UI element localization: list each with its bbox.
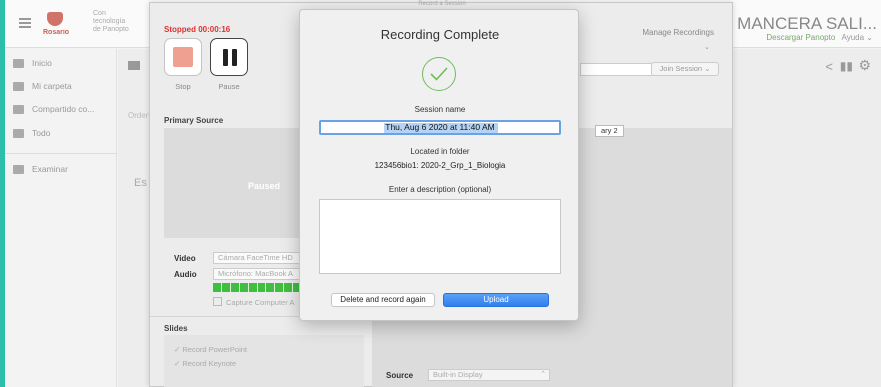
university-logo-text: Rosario — [43, 29, 70, 36]
hamburger-menu-icon[interactable] — [19, 18, 31, 28]
capture-computer-audio-checkbox[interactable]: Capture Computer A — [213, 297, 294, 307]
chevron-down-icon[interactable]: ⌄ — [704, 43, 720, 55]
session-name-label: Session name — [414, 105, 466, 114]
sidebar-item-label: Todo — [32, 128, 51, 138]
stop-label: Stop — [175, 82, 191, 91]
join-session-button[interactable]: Join Session ⌄ — [651, 62, 719, 76]
primary-source-label: Primary Source — [164, 116, 224, 125]
delete-and-record-again-button[interactable]: Delete and record again — [331, 293, 435, 307]
share-icon — [13, 104, 24, 114]
gear-icon[interactable]: ⚙ — [858, 57, 871, 74]
empty-state-text: Es — [134, 177, 147, 189]
record-keynote-label: Record Keynote — [182, 359, 237, 368]
source-label: Source — [386, 371, 414, 380]
university-logo-icon[interactable] — [47, 12, 63, 26]
session-name-input[interactable]: Thu, Aug 6 2020 at 11:40 AM — [319, 120, 561, 135]
help-link[interactable]: Ayuda — [842, 33, 865, 42]
source-select[interactable]: Built-in Display — [428, 369, 550, 381]
home-icon — [13, 58, 24, 68]
sidebar-item-mi-carpeta[interactable]: Mi carpeta — [13, 78, 72, 94]
recording-status: Stopped 00:00:16 — [164, 25, 231, 34]
list-icon — [13, 128, 24, 138]
description-textarea[interactable] — [319, 199, 561, 274]
slides-label: Slides — [164, 324, 188, 333]
sidebar-item-label: Compartido co... — [32, 104, 95, 114]
video-label: Video — [174, 254, 196, 263]
audio-level-meter — [213, 283, 302, 292]
stop-button[interactable] — [164, 38, 202, 76]
sidebar-item-examinar[interactable]: Examinar — [13, 161, 68, 177]
pause-icon — [223, 49, 228, 66]
folder-icon — [128, 61, 140, 70]
folder-name: 123456bio1: 2020-2_Grp_1_Biologia — [374, 161, 506, 170]
video-select[interactable]: Cámara FaceTime HD — [213, 252, 301, 264]
record-powerpoint-label: Record PowerPoint — [182, 345, 247, 354]
folder-outline-icon — [13, 164, 24, 174]
sidebar-item-label: Mi carpeta — [32, 81, 72, 91]
stop-icon — [173, 47, 193, 67]
join-session-input[interactable] — [580, 63, 660, 76]
sidebar-item-compartido[interactable]: Compartido co... — [13, 101, 94, 117]
download-panopto-link[interactable]: Descargar Panopto — [766, 33, 835, 42]
user-links: Descargar Panopto Ayuda ⌄ — [766, 33, 873, 42]
orden-label: Orden — [128, 111, 151, 120]
share-icon[interactable]: < — [825, 59, 833, 74]
description-label: Enter a description (optional) — [388, 185, 492, 194]
pause-button[interactable] — [210, 38, 248, 76]
audio-select[interactable]: Micrófono: MacBook A — [213, 268, 301, 280]
pause-label: Pause — [218, 82, 240, 91]
sidebar-item-inicio[interactable]: Inicio — [13, 55, 52, 71]
session-name-value: Thu, Aug 6 2020 at 11:40 AM — [385, 122, 495, 132]
sidebar-item-label: Examinar — [32, 164, 68, 174]
join-session-label: Join Session — [659, 64, 703, 73]
pause-icon — [232, 49, 237, 66]
located-in-folder-label: Located in folder — [410, 147, 470, 156]
upload-button[interactable]: Upload — [443, 293, 549, 307]
success-check-icon — [422, 57, 456, 91]
record-keynote-checkbox[interactable]: ✓ Record Keynote — [174, 359, 236, 368]
folder-icon — [13, 81, 24, 91]
secondary-source-tab[interactable]: ary 2 — [595, 125, 624, 137]
recorder-window-title: Record a Session — [418, 1, 466, 7]
sidebar-item-label: Inicio — [32, 58, 52, 68]
chevron-down-icon: ⌄ — [864, 33, 873, 42]
sidebar: Inicio Mi carpeta Compartido co... Todo … — [5, 49, 117, 387]
stats-icon[interactable]: ▮▮ — [840, 59, 853, 73]
panopto-tagline: Con tecnología de Panopto — [93, 10, 129, 33]
sidebar-item-todo[interactable]: Todo — [13, 125, 50, 141]
recording-complete-dialog: Recording Complete Session name Thu, Aug… — [299, 9, 579, 321]
record-powerpoint-checkbox[interactable]: ✓ Record PowerPoint — [174, 345, 247, 354]
dialog-title: Recording Complete — [380, 27, 500, 42]
audio-label: Audio — [174, 270, 197, 279]
manage-recordings-link[interactable]: Manage Recordings — [642, 28, 714, 37]
sidebar-divider — [5, 153, 117, 154]
